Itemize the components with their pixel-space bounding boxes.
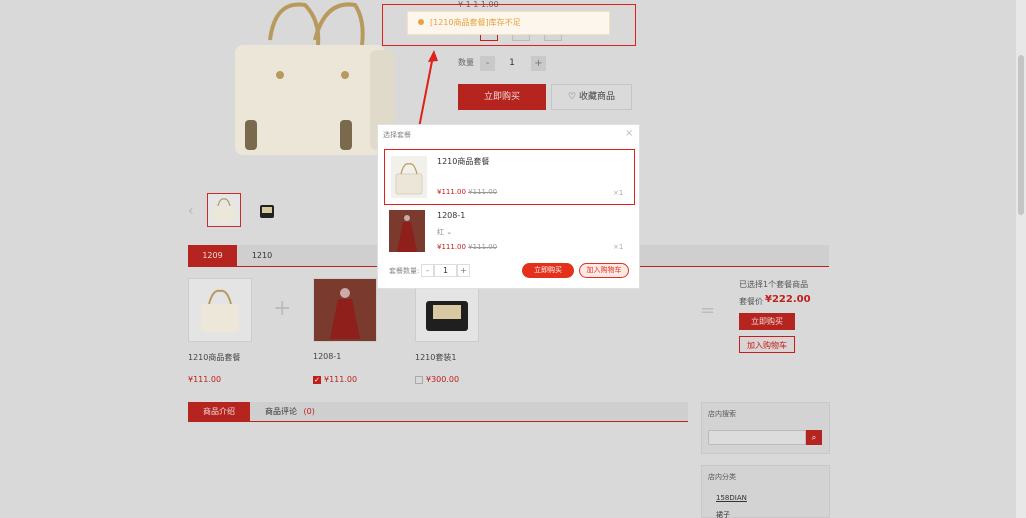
bundle-item-name-1: 1210商品套餐 xyxy=(188,353,241,362)
tab-product-intro[interactable]: 商品介绍 xyxy=(188,402,250,422)
search-icon[interactable]: ⌕ xyxy=(806,430,822,445)
modal-item-price: ¥111.00 xyxy=(437,243,466,251)
bundle-selected-text: 已选择1个套餐商品 xyxy=(739,280,809,289)
bundle-item-price-3: ¥300.00 xyxy=(426,375,460,384)
bag-thumbnail-icon xyxy=(213,198,235,222)
tab-bundle-1209[interactable]: 1209 xyxy=(188,245,237,267)
reviews-count: (0) xyxy=(303,407,315,416)
bag-icon xyxy=(201,289,239,332)
scrollbar-thumb[interactable] xyxy=(1018,55,1024,215)
detail-tab-bar xyxy=(188,402,688,422)
thumbnail-2[interactable] xyxy=(250,193,284,227)
tab-product-reviews[interactable]: 商品评论 (0) xyxy=(265,402,315,422)
buy-now-button[interactable]: 立即购买 xyxy=(458,84,546,110)
bundle-price-label: 套餐价 xyxy=(739,297,763,306)
favorite-button[interactable]: ♡ 收藏商品 xyxy=(551,84,632,110)
dress-icon xyxy=(397,215,417,252)
quantity-value[interactable]: 1 xyxy=(505,56,519,71)
modal-title: 选择套餐 xyxy=(383,131,411,139)
bundle-item-image-1[interactable] xyxy=(188,278,252,342)
bundle-item-name-2: 1208-1 xyxy=(313,352,342,361)
product-main-image xyxy=(235,2,395,155)
modal-item-name-2: 1208-1 xyxy=(437,211,466,220)
highlight-box-modal-item xyxy=(384,149,635,205)
highlight-box-toast xyxy=(382,4,636,46)
heart-icon: ♡ xyxy=(568,92,577,102)
modal-cart-button[interactable]: 加入购物车 xyxy=(579,263,629,278)
category-link[interactable]: 158DIAN xyxy=(716,494,747,502)
bundle-cart-button[interactable]: 加入购物车 xyxy=(739,336,795,353)
modal-qty-minus-button[interactable]: - xyxy=(421,264,434,277)
quantity-label: 数量 xyxy=(458,58,474,67)
modal-item-variant-2[interactable]: 红 ⌄ xyxy=(437,227,452,237)
bundle-item-price-1: ¥111.00 xyxy=(188,375,222,384)
close-icon[interactable]: × xyxy=(625,128,633,139)
shop-search-box: 店内搜索 ⌕ xyxy=(701,402,830,454)
modal-item-image-2 xyxy=(389,210,425,252)
bundle-item-image-2[interactable] xyxy=(313,278,377,342)
modal-qty-input[interactable]: 1 xyxy=(434,264,457,277)
quantity-minus-button[interactable]: - xyxy=(480,56,495,71)
bundle-item-checkbox-2[interactable]: ✓ xyxy=(313,376,321,384)
quantity-plus-button[interactable]: + xyxy=(531,56,546,71)
bundle-buy-button[interactable]: 立即购买 xyxy=(739,313,795,330)
bundle-item-name-3: 1210套装1 xyxy=(415,353,457,362)
modal-bundle-qty-label: 套餐数量: xyxy=(389,267,420,275)
modal-qty-plus-button[interactable]: + xyxy=(457,264,470,277)
bundle-price: ¥222.00 xyxy=(765,294,811,305)
shop-category-box: 店内分类 158DIAN 裙子 xyxy=(701,465,830,518)
shop-search-title: 店内搜索 xyxy=(708,410,736,418)
bundle-item-price-2: ¥111.00 xyxy=(324,375,358,384)
bag-thumbnail-icon xyxy=(260,205,274,218)
tab-bundle-1210[interactable]: 1210 xyxy=(240,245,284,267)
chevron-left-icon[interactable]: ‹ xyxy=(188,203,194,219)
category-link[interactable]: 裙子 xyxy=(716,510,730,518)
thumbnail-1[interactable] xyxy=(207,193,241,227)
modal-item-price-2: ¥111.00 ¥111.00 xyxy=(437,243,497,251)
equals-icon: = xyxy=(700,300,716,321)
bundle-item-checkbox-3[interactable] xyxy=(415,376,423,384)
modal-item-old-price: ¥111.00 xyxy=(468,243,498,251)
plus-icon: + xyxy=(273,296,292,321)
dress-icon xyxy=(330,288,360,339)
modal-item-qty-2: ×1 xyxy=(613,243,624,251)
modal-buy-button[interactable]: 立即购买 xyxy=(522,263,574,278)
reviews-label: 商品评论 xyxy=(265,407,297,416)
favorite-label: 收藏商品 xyxy=(578,92,615,102)
shop-category-title: 店内分类 xyxy=(708,473,736,481)
shop-search-input[interactable] xyxy=(708,430,806,445)
